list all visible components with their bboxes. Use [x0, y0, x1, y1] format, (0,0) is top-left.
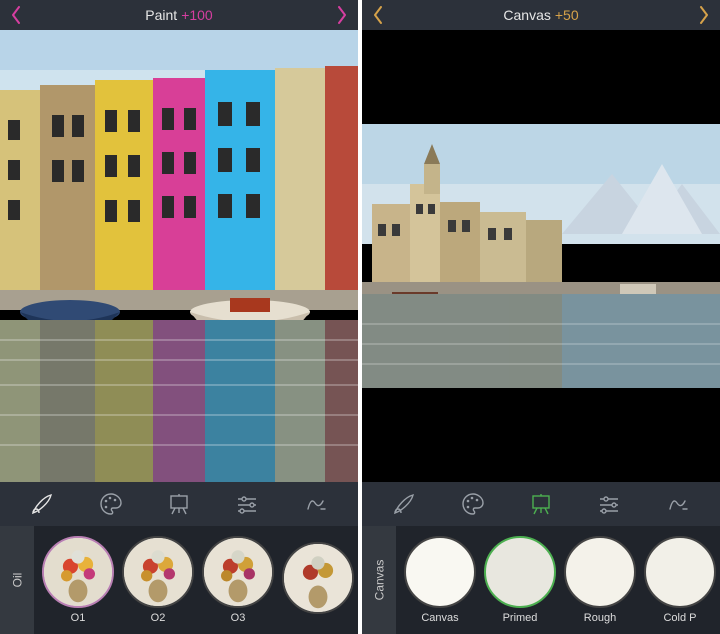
brush-tool[interactable]: [384, 484, 424, 524]
right-screen: Canvas +50: [362, 0, 720, 634]
preset-label: O3: [231, 612, 246, 624]
preset-label: Canvas: [421, 612, 458, 624]
back-button[interactable]: [372, 5, 384, 25]
header-title: Canvas +50: [503, 7, 578, 23]
toolbar: [0, 482, 358, 526]
forward-button[interactable]: [336, 5, 348, 25]
easel-icon: [166, 491, 192, 517]
preset-category-tab[interactable]: Canvas: [362, 526, 396, 634]
title-suffix: +50: [555, 7, 579, 23]
preset-thumb: [484, 536, 556, 608]
image-canvas[interactable]: [362, 30, 720, 482]
painted-image: [362, 124, 720, 388]
title-suffix: +100: [181, 7, 213, 23]
painted-image: [0, 30, 358, 482]
back-button[interactable]: [10, 5, 22, 25]
preset-label: O1: [71, 612, 86, 624]
preset-thumb: [122, 536, 194, 608]
preset-label: Cold P: [663, 612, 696, 624]
canvas-tool[interactable]: [521, 484, 561, 524]
title-label: Canvas: [503, 7, 550, 23]
adjustments-tool[interactable]: [227, 484, 267, 524]
easel-icon: [528, 491, 554, 517]
preset-thumb: [202, 536, 274, 608]
preset-thumb: [644, 536, 716, 608]
palette-icon: [460, 491, 486, 517]
image-canvas[interactable]: [0, 30, 358, 482]
preset-thumb: [42, 536, 114, 608]
header-title: Paint +100: [145, 7, 212, 23]
signature-icon: [665, 491, 691, 517]
adjustments-tool[interactable]: [589, 484, 629, 524]
left-screen: Paint +100: [0, 0, 358, 634]
sliders-icon: [596, 491, 622, 517]
preset-strip: Oil O1 O2: [0, 526, 358, 634]
preset-item[interactable]: [282, 542, 354, 618]
preset-list[interactable]: Canvas Primed Rough Cold P: [396, 526, 720, 634]
preset-thumb: [564, 536, 636, 608]
preset-label: Rough: [584, 612, 616, 624]
forward-button[interactable]: [698, 5, 710, 25]
brush-icon: [29, 491, 55, 517]
preset-category-label: Oil: [10, 573, 24, 588]
preset-item[interactable]: Primed: [484, 536, 556, 624]
preset-category-tab[interactable]: Oil: [0, 526, 34, 634]
toolbar: [362, 482, 720, 526]
preset-label: Primed: [503, 612, 538, 624]
palette-icon: [98, 491, 124, 517]
brush-icon: [391, 491, 417, 517]
canvas-tool[interactable]: [159, 484, 199, 524]
preset-item[interactable]: Cold P: [644, 536, 716, 624]
preset-item[interactable]: Canvas: [404, 536, 476, 624]
preset-item[interactable]: O1: [42, 536, 114, 624]
preset-label: O2: [151, 612, 166, 624]
preset-item[interactable]: O3: [202, 536, 274, 624]
preset-thumb: [282, 542, 354, 614]
header: Canvas +50: [362, 0, 720, 30]
palette-tool[interactable]: [91, 484, 131, 524]
preset-strip: Canvas Canvas Primed Rough Cold P: [362, 526, 720, 634]
preset-list[interactable]: O1 O2 O3: [34, 526, 358, 634]
signature-tool[interactable]: [296, 484, 336, 524]
title-label: Paint: [145, 7, 177, 23]
header: Paint +100: [0, 0, 358, 30]
preset-category-label: Canvas: [372, 560, 386, 601]
preset-thumb: [404, 536, 476, 608]
signature-tool[interactable]: [658, 484, 698, 524]
palette-tool[interactable]: [453, 484, 493, 524]
sliders-icon: [234, 491, 260, 517]
preset-item[interactable]: O2: [122, 536, 194, 624]
signature-icon: [303, 491, 329, 517]
preset-item[interactable]: Rough: [564, 536, 636, 624]
brush-tool[interactable]: [22, 484, 62, 524]
